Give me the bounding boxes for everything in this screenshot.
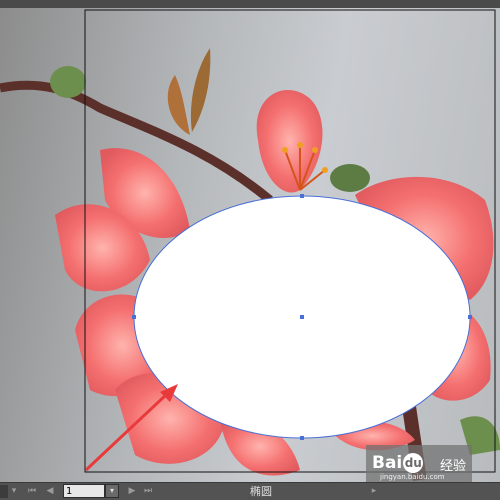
status-bar: ▾ ⏮ ◀ 1 ▾ ▶ ⏭ 椭圆 ▸ <box>0 482 500 500</box>
prev-page-icon[interactable]: ◀ <box>44 485 56 498</box>
baidu-logo: Bai du <box>372 453 424 473</box>
current-tool-label: 椭圆 <box>250 485 272 498</box>
zoom-field[interactable] <box>0 485 8 498</box>
watermark-url: jingyan.baidu.com <box>380 473 445 481</box>
next-page-icon[interactable]: ▶ <box>126 485 138 498</box>
page-dropdown-icon[interactable]: ▾ <box>105 484 119 498</box>
top-strip <box>0 0 500 8</box>
artboard-canvas[interactable]: Bai du 经验 jingyan.baidu.com <box>0 8 500 482</box>
photo-and-artwork <box>0 9 500 482</box>
first-page-icon[interactable]: ⏮ <box>26 485 38 498</box>
watermark-tag: 经验 <box>440 459 467 474</box>
page-number-input[interactable]: 1 <box>63 484 105 498</box>
status-menu-icon[interactable]: ▸ <box>370 485 378 498</box>
last-page-icon[interactable]: ⏭ <box>142 485 154 498</box>
leaf-bud <box>50 66 86 98</box>
zoom-dropdown-icon[interactable]: ▾ <box>10 485 18 498</box>
watermark: Bai du 经验 jingyan.baidu.com <box>366 445 472 482</box>
flower-bud <box>256 90 323 193</box>
